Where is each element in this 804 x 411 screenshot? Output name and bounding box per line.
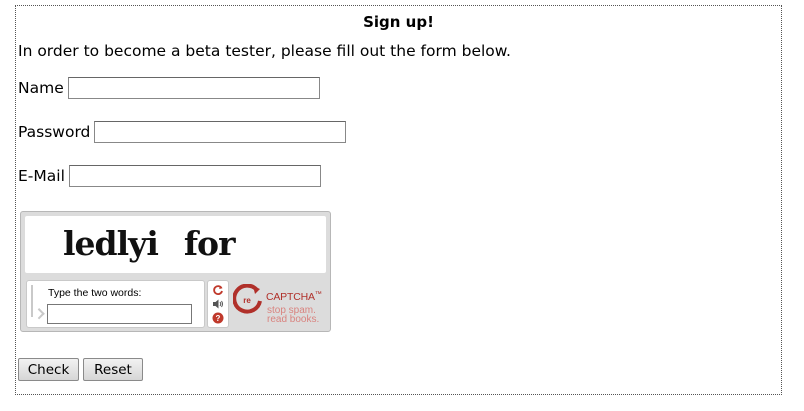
refresh-icon[interactable]: [211, 283, 225, 297]
captcha-controls: ?: [207, 280, 229, 328]
captcha-prompt: Type the two words:: [48, 287, 142, 299]
recaptcha-circle-icon: re: [233, 284, 262, 314]
email-input[interactable]: [68, 165, 321, 187]
password-row: Password: [18, 121, 347, 143]
name-label: Name: [18, 79, 64, 97]
password-input[interactable]: [94, 121, 347, 143]
name-input[interactable]: [67, 77, 320, 99]
check-button[interactable]: Check: [18, 358, 79, 381]
recaptcha-tagline: stop spam. read books.: [267, 305, 320, 325]
recaptcha-widget: ledlyi for Type the two words: ? re CAPT…: [20, 211, 331, 332]
signup-form: Sign up! In order to become a beta teste…: [15, 5, 782, 395]
password-label: Password: [18, 123, 91, 141]
reset-button[interactable]: Reset: [83, 358, 143, 381]
svg-text:?: ?: [216, 314, 221, 323]
help-icon[interactable]: ?: [211, 311, 225, 325]
svg-text:re: re: [243, 296, 251, 305]
captcha-response-input[interactable]: [47, 304, 192, 324]
email-label: E-Mail: [18, 167, 65, 185]
captcha-entry-box: Type the two words:: [26, 280, 205, 328]
captcha-word-2: for: [183, 224, 236, 263]
captcha-word-1: ledlyi: [63, 224, 159, 263]
email-row: E-Mail: [18, 165, 321, 187]
captcha-words: ledlyi for: [63, 224, 236, 263]
audio-icon[interactable]: [211, 297, 225, 311]
form-title: Sign up!: [363, 13, 434, 31]
recaptcha-logo: re CAPTCHA™ stop spam. read books.: [233, 282, 328, 328]
intro-text: In order to become a beta tester, please…: [18, 42, 511, 60]
captcha-image: ledlyi for: [25, 216, 326, 273]
arrow-icon: [31, 285, 40, 317]
name-row: Name: [18, 77, 320, 99]
recaptcha-brand: CAPTCHA™: [266, 291, 322, 303]
